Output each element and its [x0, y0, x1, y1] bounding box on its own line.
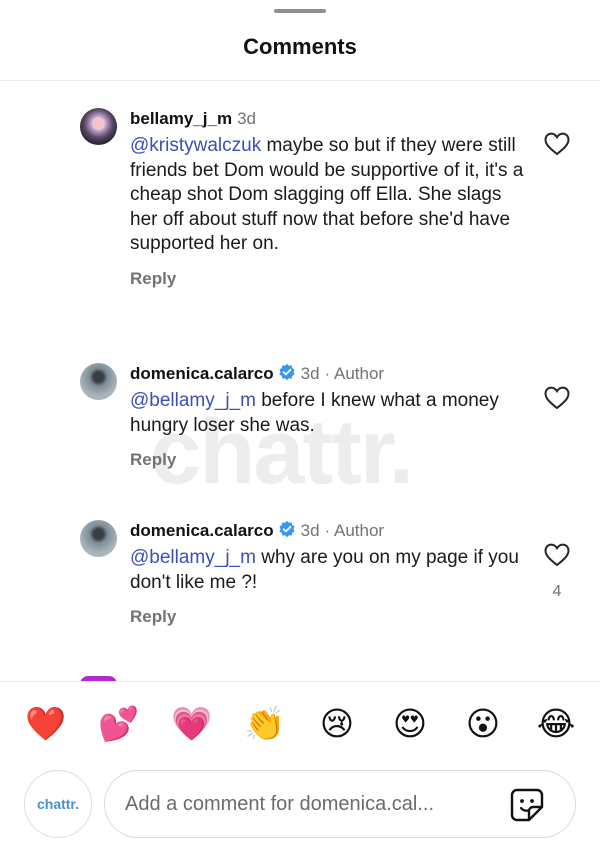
- mention-link[interactable]: @kristywalczuk: [130, 135, 261, 156]
- header-divider: [0, 80, 600, 81]
- comment-time: 3d: [300, 521, 320, 540]
- comment-body: domenica.calarco 3d · Author @bellamy_j_m …: [130, 520, 530, 627]
- like-heart-icon[interactable]: [544, 132, 570, 156]
- like-heart-icon[interactable]: [544, 543, 570, 567]
- page-title: Comments: [243, 34, 357, 59]
- reply-button[interactable]: Reply: [130, 269, 530, 289]
- emoji-row: ❤️ 💕 💗 👏 😢 😍 😮 😂: [0, 704, 600, 744]
- comment-text: @bellamy_j_m before I knew what a money …: [130, 389, 530, 438]
- verified-badge-icon: [278, 520, 295, 538]
- comment-username[interactable]: domenica.calarco: [130, 521, 274, 540]
- reply-button[interactable]: Reply: [130, 607, 530, 627]
- reply-button[interactable]: Reply: [130, 450, 530, 470]
- comments-sheet: Comments chattr. bellamy_j_m 3d @kristywa…: [0, 0, 600, 851]
- author-label: · Author: [324, 364, 385, 383]
- avatar[interactable]: [80, 363, 117, 400]
- comment-composer: chattr.: [0, 770, 600, 840]
- sheet-grabber[interactable]: [274, 9, 326, 13]
- reaction-bar: ❤️ 💕 💗 👏 😢 😍 😮 😂 chattr.: [0, 681, 600, 851]
- like-count: 4: [552, 583, 562, 600]
- like-heart-icon[interactable]: [544, 386, 570, 410]
- mention-link[interactable]: @bellamy_j_m: [130, 547, 256, 568]
- avatar[interactable]: [80, 520, 117, 557]
- growing-heart-icon[interactable]: 💗: [171, 704, 212, 744]
- avatar[interactable]: chattr.: [24, 770, 92, 838]
- comment-header: bellamy_j_m 3d: [130, 108, 530, 130]
- comment-time: 3d: [300, 364, 320, 383]
- clapping-hands-icon[interactable]: 👏: [244, 704, 285, 744]
- red-heart-icon[interactable]: ❤️: [25, 704, 66, 744]
- comment-text: @bellamy_j_m why are you on my page if y…: [130, 546, 530, 595]
- comment-time: 3d: [237, 109, 256, 128]
- author-label: · Author: [324, 521, 385, 540]
- two-hearts-icon[interactable]: 💕: [98, 704, 139, 744]
- heart-eyes-face-icon[interactable]: 😍: [390, 704, 430, 744]
- comment-username[interactable]: bellamy_j_m: [130, 109, 232, 128]
- comment-username[interactable]: domenica.calarco: [130, 364, 274, 383]
- sticker-icon[interactable]: [509, 787, 545, 823]
- comment-input[interactable]: [125, 771, 505, 837]
- comment-body: domenica.calarco 3d · Author @bellamy_j_m …: [130, 363, 530, 470]
- comment-input-container: [104, 770, 576, 838]
- verified-badge-icon: [278, 363, 295, 381]
- crying-face-icon[interactable]: 😢: [317, 704, 357, 744]
- open-mouth-face-icon[interactable]: 😮: [463, 704, 503, 744]
- comment-header: domenica.calarco 3d · Author: [130, 363, 530, 385]
- avatar[interactable]: [80, 108, 117, 145]
- tears-of-joy-face-icon[interactable]: 😂: [536, 704, 576, 744]
- comment-text: @kristywalczuk maybe so but if they were…: [130, 134, 530, 257]
- comment-body: bellamy_j_m 3d @kristywalczuk maybe so bu…: [130, 108, 530, 289]
- comment-header: domenica.calarco 3d · Author: [130, 520, 530, 542]
- mention-link[interactable]: @bellamy_j_m: [130, 390, 256, 411]
